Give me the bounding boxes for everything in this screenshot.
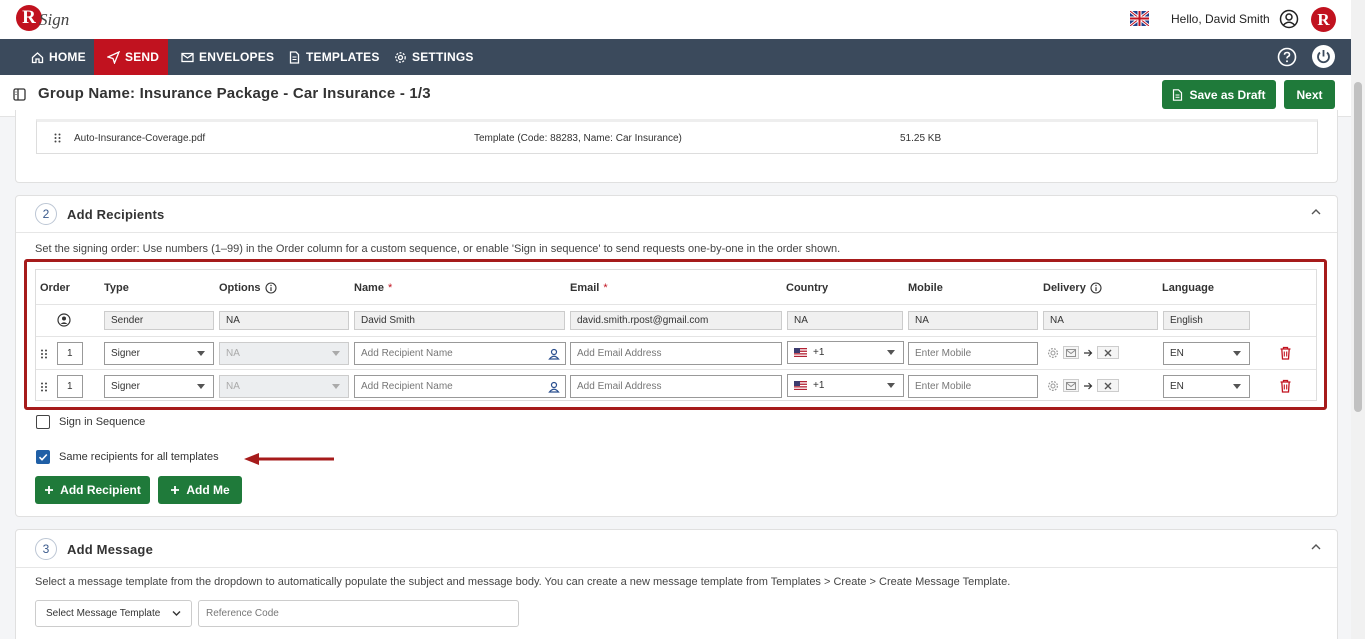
add-me-button[interactable]: Add Me [158,476,242,504]
main-nav: HOME SEND ENVELOPES TEMPLATES SETTINGS [0,39,1351,75]
sidebar-toggle-icon[interactable] [13,88,26,101]
section-divider [16,232,1337,233]
save-as-draft-label: Save as Draft [1189,87,1266,102]
chevron-up-icon[interactable] [1311,542,1321,552]
brand-avatar[interactable]: R [1311,7,1336,32]
plus-icon [171,486,180,494]
home-icon [31,51,44,63]
recipients-hint: Set the signing order: Use numbers (1–99… [35,243,841,255]
document-template-info: Template (Code: 88283, Name: Car Insuran… [474,133,682,144]
recipients-section-number: 2 [35,203,57,225]
nav-templates[interactable]: TEMPLATES [288,39,380,75]
gear-icon [395,51,406,63]
plus-icon [45,486,54,494]
envelope-icon [181,52,194,62]
section-divider [16,567,1337,568]
document-file-size: 51.25 KB [900,133,942,144]
nav-home-label: HOME [49,50,86,64]
page-title: Group Name: Insurance Package - Car Insu… [38,85,431,102]
reference-code-input[interactable]: Reference Code [198,600,519,627]
message-section-title: Add Message [67,542,154,557]
drag-handle-icon[interactable] [54,133,61,143]
next-button[interactable]: Next [1284,80,1335,109]
sign-in-sequence-checkbox[interactable] [36,415,50,429]
nav-settings[interactable]: SETTINGS [394,39,474,75]
save-as-draft-button[interactable]: Save as Draft [1162,80,1276,109]
page-scrollbar[interactable] [1351,0,1365,639]
uk-flag-icon[interactable] [1130,11,1149,26]
rsign-logo[interactable]: R Sign [16,5,70,33]
document-icon [1173,88,1183,101]
annotation-arrow [244,453,334,465]
nav-send-label: SEND [125,50,160,64]
logo-text: Sign [39,10,70,29]
document-row: Auto-Insurance-Coverage.pdf Template (Co… [36,119,1318,154]
message-template-select[interactable]: Select Message Template [35,600,192,627]
add-recipient-label: Add Recipient [60,483,141,497]
nav-send[interactable]: SEND [94,39,168,75]
nav-templates-label: TEMPLATES [306,50,380,64]
add-me-label: Add Me [186,483,230,497]
message-template-value: Select Message Template [46,608,161,619]
next-label: Next [1296,87,1323,102]
nav-envelopes-label: ENVELOPES [199,50,275,64]
same-recipients-checkbox[interactable] [36,450,50,464]
greeting-text: Hello, David Smith [1171,12,1270,26]
checkmark-icon [38,453,48,461]
chevron-down-icon [172,611,181,616]
document-file-name: Auto-Insurance-Coverage.pdf [74,133,206,144]
recipients-table-highlight [24,259,1327,410]
same-recipients-label: Same recipients for all templates [59,451,219,463]
help-icon[interactable] [1277,47,1297,67]
top-bar: R Sign Hello, David Smith R [0,0,1351,39]
nav-settings-label: SETTINGS [412,50,474,64]
send-icon [107,50,120,64]
chevron-up-icon[interactable] [1311,207,1321,217]
message-hint: Select a message template from the dropd… [35,576,1011,588]
user-profile-icon[interactable] [1279,9,1299,29]
nav-envelopes[interactable]: ENVELOPES [181,39,274,75]
add-recipient-button[interactable]: Add Recipient [35,476,150,504]
nav-home[interactable]: HOME [31,39,86,75]
power-icon [1317,50,1330,64]
recipients-section-title: Add Recipients [67,207,165,222]
sign-in-sequence-label: Sign in Sequence [59,416,146,428]
template-icon [289,50,300,64]
message-section-number: 3 [35,538,57,560]
logout-button[interactable] [1312,45,1335,68]
scrollbar-thumb[interactable] [1354,82,1362,412]
